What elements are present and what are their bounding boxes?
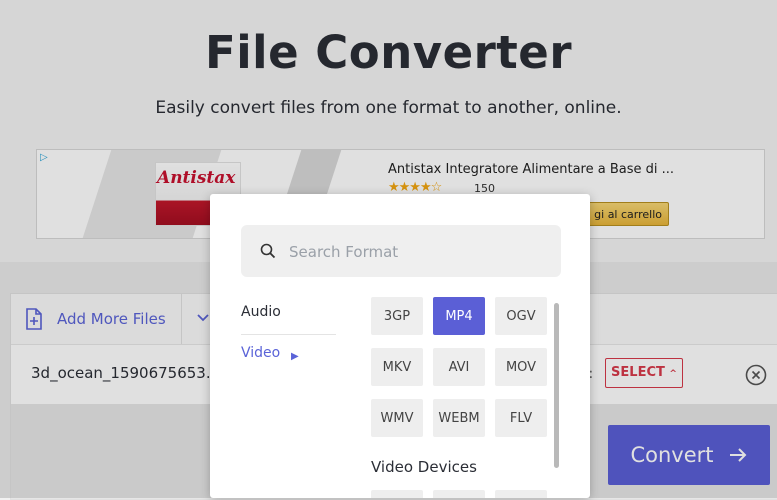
category-video[interactable]: Video ▶ (241, 335, 336, 375)
category-audio[interactable]: Audio (241, 302, 336, 335)
format-option-webm[interactable]: WEBM (433, 399, 485, 437)
search-format-input[interactable] (287, 237, 551, 267)
search-icon (260, 243, 276, 259)
format-option-mkv[interactable]: MKV (371, 348, 423, 386)
format-option-avi[interactable]: AVI (433, 348, 485, 386)
format-picker-modal: Audio Video ▶ 3GP MP4 OGV MKV AVI MOV WM… (210, 194, 590, 498)
format-option-partial[interactable] (433, 490, 485, 498)
format-option-flv[interactable]: FLV (495, 399, 547, 437)
format-option-mov[interactable]: MOV (495, 348, 547, 386)
format-option-wmv[interactable]: WMV (371, 399, 423, 437)
format-option-partial[interactable] (371, 490, 423, 498)
category-label: Video (241, 345, 281, 361)
search-box (241, 225, 561, 277)
category-label: Audio (241, 304, 281, 320)
format-list-scrollbar[interactable] (554, 303, 559, 468)
page: File Converter Easily convert files from… (0, 0, 777, 500)
format-option-3gp[interactable]: 3GP (371, 297, 423, 335)
format-option-ogv[interactable]: OGV (495, 297, 547, 335)
format-option-mp4[interactable]: MP4 (433, 297, 485, 335)
section-title-video-devices: Video Devices (371, 458, 477, 476)
format-option-partial[interactable] (495, 490, 547, 498)
caret-right-icon: ▶ (291, 351, 299, 362)
format-categories: Audio Video ▶ (241, 302, 336, 375)
